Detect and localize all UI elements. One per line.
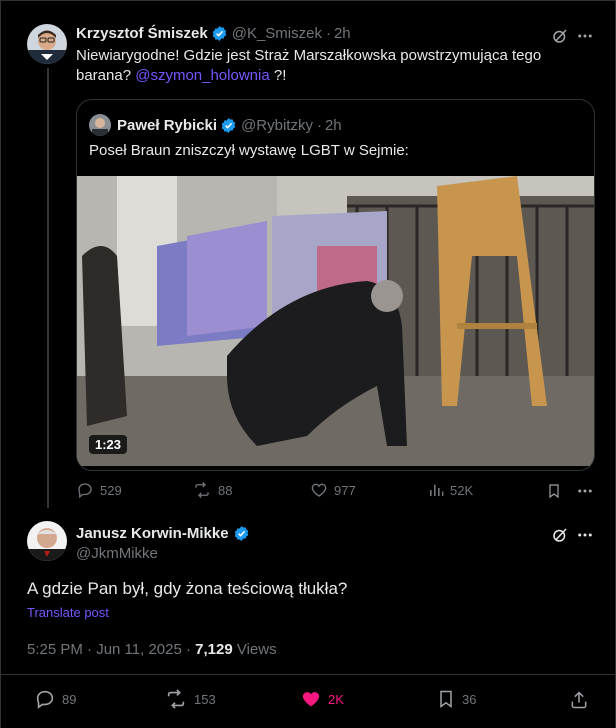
like-count: 977 (334, 482, 356, 498)
bookmark-icon (436, 688, 456, 710)
more-icon[interactable] (575, 525, 595, 545)
reply-button[interactable]: 529 (76, 481, 122, 499)
parent-tweet-text-suffix: ?! (269, 67, 287, 84)
reply-button-main[interactable]: 89 (34, 688, 76, 710)
main-author-name[interactable]: Janusz Korwin-Mikke (76, 525, 229, 542)
conversation-panel: Krzysztof Śmiszek @K_Smiszek · 2h Niewia… (0, 0, 616, 728)
main-author-handle[interactable]: @JkmMikke (76, 545, 158, 562)
top-border (1, 0, 615, 1)
video-player[interactable]: 1:23 (77, 176, 594, 466)
quoted-tweet-header: Paweł Rybicki @Rybitzky · 2h (89, 114, 342, 136)
more-icon[interactable] (575, 26, 595, 46)
bookmark-count-main: 36 (462, 691, 477, 707)
grok-icon[interactable] (550, 525, 570, 545)
repost-count: 88 (218, 482, 233, 498)
quoted-tweet-card[interactable]: Paweł Rybicki @Rybitzky · 2h Poseł Braun… (76, 99, 595, 471)
mention-link[interactable]: @szymon_holownia (135, 67, 269, 84)
more-icon[interactable] (575, 481, 595, 501)
reply-count: 529 (100, 482, 122, 498)
quoted-author-avatar[interactable] (89, 114, 111, 136)
quoted-author-handle[interactable]: @Rybitzky (241, 117, 313, 134)
grok-icon[interactable] (550, 26, 570, 46)
main-tweet-header: Janusz Korwin-Mikke (76, 525, 250, 542)
parent-author-name[interactable]: Krzysztof Śmiszek (76, 25, 208, 42)
video-duration: 1:23 (89, 435, 128, 454)
tweet-metadata: 5:25 PM · Jun 11, 2025 · 7,129 Views (27, 641, 277, 658)
reply-icon (34, 688, 56, 710)
views-count: 52K (450, 482, 474, 498)
tweet-timestamp[interactable]: 5:25 PM · Jun 11, 2025 · (27, 641, 195, 658)
divider (1, 674, 615, 675)
bookmark-button-main[interactable]: 36 (436, 688, 476, 710)
like-button-main[interactable]: 2K (300, 688, 344, 710)
verified-badge-icon (220, 117, 237, 134)
bookmark-icon[interactable] (544, 481, 564, 501)
reply-icon (76, 481, 94, 499)
repost-icon (164, 688, 188, 710)
reply-count-main: 89 (62, 691, 77, 707)
translate-post-link[interactable]: Translate post (27, 605, 109, 620)
main-tweet-text: A gdzie Pan był, gdy żona teściową tłukł… (27, 579, 348, 598)
like-icon (310, 481, 328, 499)
video-thumbnail (77, 176, 594, 466)
verified-badge-icon (233, 525, 250, 542)
separator-dot: · (325, 25, 331, 42)
repost-icon (192, 481, 212, 499)
repost-count-main: 153 (194, 691, 216, 707)
parent-author-handle[interactable]: @K_Smiszek (232, 25, 322, 42)
views-count-main: 7,129 (195, 641, 233, 658)
parent-tweet-text: Niewiarygodne! Gdzie jest Straż Marszałk… (76, 46, 576, 86)
parent-tweet-header: Krzysztof Śmiszek @K_Smiszek · 2h (76, 25, 351, 42)
repost-button-main[interactable]: 153 (164, 688, 216, 710)
parent-author-avatar[interactable] (27, 24, 67, 64)
like-button[interactable]: 977 (310, 481, 356, 499)
quoted-author-name[interactable]: Paweł Rybicki (117, 117, 217, 134)
parent-tweet-time[interactable]: 2h (334, 25, 351, 42)
share-icon[interactable] (568, 689, 590, 711)
quoted-tweet-time[interactable]: 2h (325, 117, 342, 134)
like-count-main: 2K (328, 691, 344, 707)
repost-button[interactable]: 88 (192, 481, 232, 499)
quoted-tweet-text: Poseł Braun zniszczył wystawę LGBT w Sej… (89, 142, 409, 159)
thread-connector-line (47, 68, 49, 508)
views-button[interactable]: 52K (428, 481, 473, 499)
views-label: Views (232, 641, 277, 658)
separator-dot: · (316, 116, 322, 134)
views-icon (428, 481, 444, 499)
main-author-avatar[interactable] (27, 521, 67, 561)
like-icon (300, 688, 322, 710)
verified-badge-icon (211, 25, 228, 42)
